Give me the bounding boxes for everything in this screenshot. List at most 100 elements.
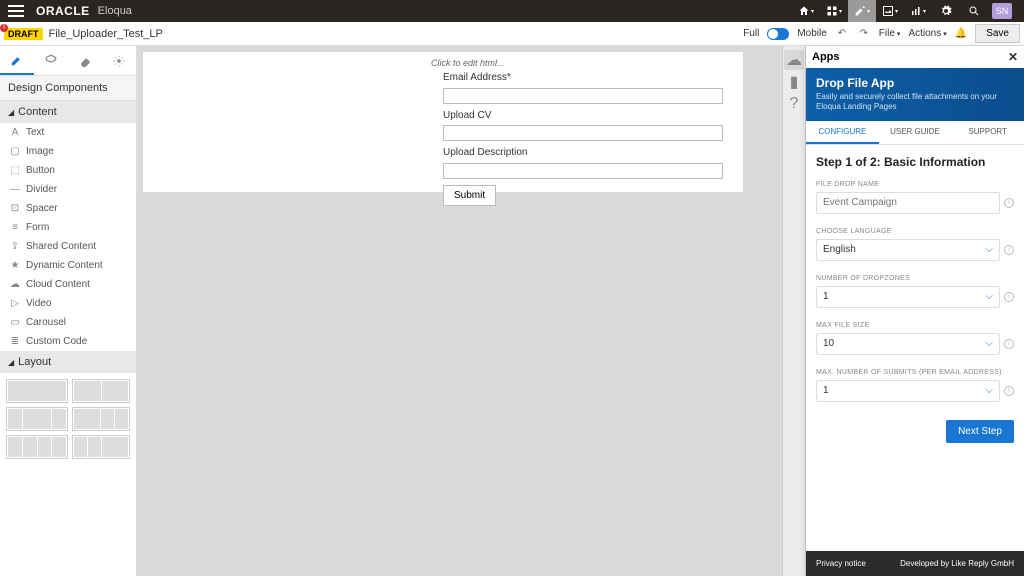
gear-icon[interactable] <box>932 0 960 22</box>
chevron-down-icon: ⌵ <box>985 338 993 349</box>
info-icon[interactable]: i <box>1004 386 1014 396</box>
tab-support[interactable]: SUPPORT <box>951 121 1024 144</box>
info-icon[interactable]: i <box>1004 292 1014 302</box>
zones-select[interactable]: 1⌵ <box>816 286 1000 308</box>
actions-menu[interactable]: Actions ▾ <box>908 28 946 39</box>
page-title: File_Uploader_Test_LP <box>49 28 163 40</box>
submits-select[interactable]: 1⌵ <box>816 380 1000 402</box>
canvas-content[interactable]: Click to edit html... Email Address* Upl… <box>143 52 743 192</box>
tab-guide[interactable]: USER GUIDE <box>879 121 952 144</box>
edit-hint[interactable]: Click to edit html... <box>143 52 743 72</box>
grid-icon[interactable]: ▾ <box>820 0 848 22</box>
rail-help-icon[interactable]: ? <box>784 94 804 114</box>
form-icon: ≡ <box>10 222 20 233</box>
tab-configure[interactable]: CONFIGURE <box>806 121 879 144</box>
chevron-down-icon: ⌵ <box>985 385 993 396</box>
name-input[interactable] <box>816 192 1000 214</box>
chart-icon[interactable]: ▾ <box>904 0 932 22</box>
name-label: FILE DROP NAME <box>816 181 1014 188</box>
item-cloud[interactable]: ☁Cloud Content <box>0 275 136 294</box>
bell-icon[interactable]: 🔔 <box>955 28 967 39</box>
chevron-down-icon: ⌵ <box>985 244 993 255</box>
left-sidebar: Design Components ◢Content AText ▢Image … <box>0 46 137 576</box>
user-avatar[interactable]: SN <box>988 0 1016 22</box>
content-section-header[interactable]: ◢Content <box>0 101 136 123</box>
redo-icon[interactable]: ↷ <box>857 27 871 41</box>
cv-input[interactable] <box>443 125 723 141</box>
item-custom[interactable]: ≣Custom Code <box>0 332 136 351</box>
sidebar-title: Design Components <box>0 76 136 101</box>
apps-title: Apps <box>812 51 840 63</box>
undo-icon[interactable]: ↶ <box>835 27 849 41</box>
layout-3col-c[interactable] <box>72 435 130 459</box>
layout-3col-b[interactable] <box>72 407 130 431</box>
rail-cloud-icon[interactable]: ☁ <box>784 50 804 70</box>
layout-section-header[interactable]: ◢Layout <box>0 351 136 373</box>
info-icon[interactable]: i <box>1004 245 1014 255</box>
item-shared[interactable]: ⇪Shared Content <box>0 237 136 256</box>
menu-icon[interactable] <box>8 5 24 17</box>
tab-styles[interactable] <box>68 46 102 75</box>
full-label: Full <box>743 28 759 39</box>
submit-button[interactable]: Submit <box>443 185 496 206</box>
layout-2col[interactable] <box>72 379 130 403</box>
layout-1col[interactable] <box>6 379 68 403</box>
item-dynamic[interactable]: ★Dynamic Content <box>0 256 136 275</box>
zones-label: NUMBER OF DROPZONES <box>816 275 1014 282</box>
image-icon[interactable]: ▾ <box>876 0 904 22</box>
search-icon[interactable] <box>960 0 988 22</box>
privacy-link[interactable]: Privacy notice <box>816 559 866 568</box>
item-text[interactable]: AText <box>0 123 136 142</box>
lang-label: CHOOSE LANGUAGE <box>816 228 1014 235</box>
app-banner-title: Drop File App <box>816 76 1014 90</box>
close-icon[interactable]: ✕ <box>1008 50 1018 64</box>
brand-logo: ORACLE <box>36 4 90 18</box>
save-button[interactable]: Save <box>975 24 1020 43</box>
divider-icon: — <box>10 184 20 195</box>
item-divider[interactable]: —Divider <box>0 180 136 199</box>
app-banner-sub: Easily and securely collect file attachm… <box>816 92 1014 113</box>
home-icon[interactable]: ▾ <box>792 0 820 22</box>
right-rail: ☁ ▮ ? <box>782 46 806 576</box>
developer-credit: Developed by Like Reply GmbH <box>900 559 1014 568</box>
lang-select[interactable]: English⌵ <box>816 239 1000 261</box>
topnav-icons: ▾ ▾ ▾ ▾ ▾ SN <box>792 0 1016 22</box>
brand: ORACLE Eloqua <box>36 4 132 18</box>
tab-blocks[interactable] <box>34 46 68 75</box>
max-select[interactable]: 10⌵ <box>816 333 1000 355</box>
item-carousel[interactable]: ▭Carousel <box>0 313 136 332</box>
canvas-area[interactable]: Click to edit html... Email Address* Upl… <box>137 46 782 576</box>
item-spacer[interactable]: ⊡Spacer <box>0 199 136 218</box>
info-icon[interactable]: i <box>1004 339 1014 349</box>
edit-icon[interactable]: ▾ <box>848 0 876 22</box>
brand-product: Eloqua <box>98 5 132 17</box>
carousel-icon: ▭ <box>10 317 20 328</box>
email-input[interactable] <box>443 88 723 104</box>
item-video[interactable]: ▷Video <box>0 294 136 313</box>
chevron-down-icon: ⌵ <box>985 291 993 302</box>
text-icon: A <box>10 127 20 138</box>
item-image[interactable]: ▢Image <box>0 142 136 161</box>
alert-dot: ! <box>0 24 8 32</box>
layout-4col[interactable] <box>6 435 68 459</box>
cloud-icon: ☁ <box>10 279 20 290</box>
item-form[interactable]: ≡Form <box>0 218 136 237</box>
desc-input[interactable] <box>443 163 723 179</box>
mobile-label: Mobile <box>797 28 826 39</box>
max-label: MAX FILE SIZE <box>816 322 1014 329</box>
tab-settings[interactable] <box>102 46 136 75</box>
image-item-icon: ▢ <box>10 146 20 157</box>
email-label: Email Address* <box>443 72 733 83</box>
next-step-button[interactable]: Next Step <box>946 420 1014 443</box>
tab-components[interactable] <box>0 46 34 75</box>
top-nav: ORACLE Eloqua ▾ ▾ ▾ ▾ ▾ SN <box>0 0 1024 22</box>
rail-chart-icon[interactable]: ▮ <box>784 72 804 92</box>
info-icon[interactable]: i <box>1004 198 1014 208</box>
cv-label: Upload CV <box>443 110 733 121</box>
app-footer: Privacy notice Developed by Like Reply G… <box>806 551 1024 576</box>
device-toggle[interactable] <box>767 28 789 40</box>
layout-3col-a[interactable] <box>6 407 68 431</box>
button-icon: ⬚ <box>10 165 20 176</box>
file-menu[interactable]: File ▾ <box>879 28 901 39</box>
item-button[interactable]: ⬚Button <box>0 161 136 180</box>
